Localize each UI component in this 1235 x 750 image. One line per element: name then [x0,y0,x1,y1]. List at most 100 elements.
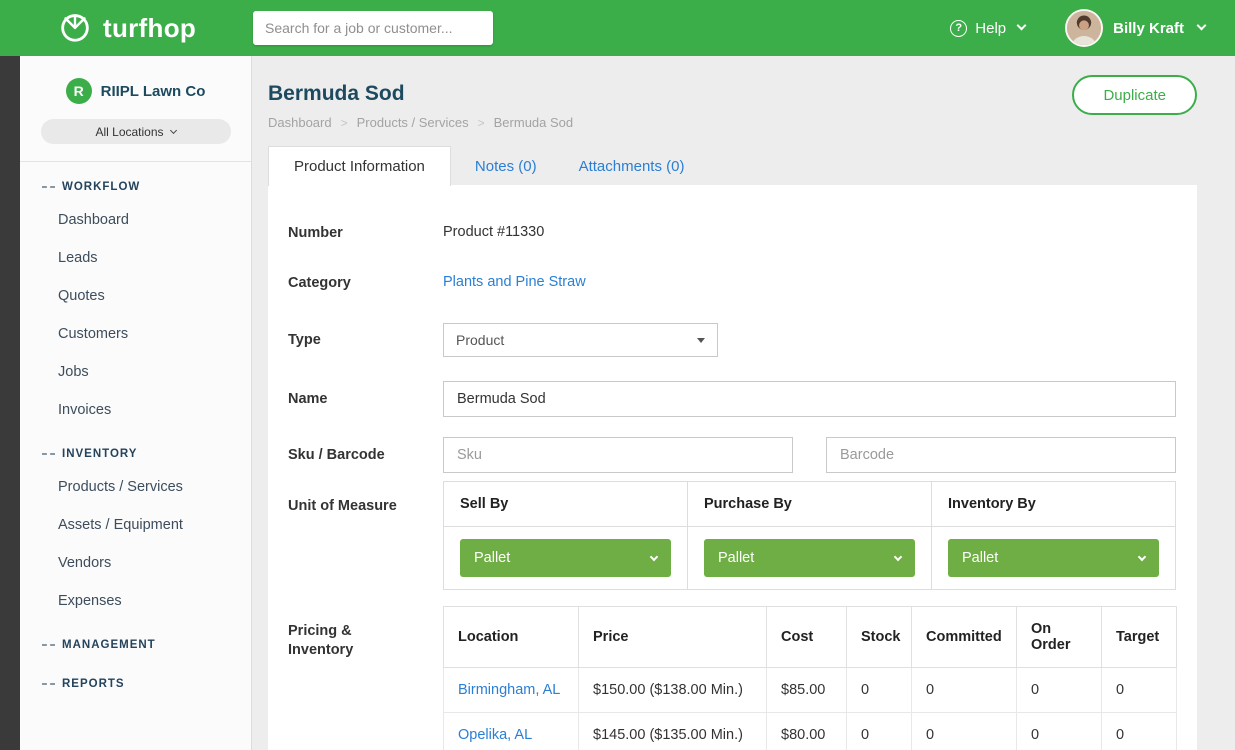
inventory-by-value: Pallet [962,550,998,566]
sidebar-item-jobs[interactable]: Jobs [20,353,251,391]
pricing-inventory-label: Pricing & Inventory [288,606,418,750]
duplicate-button[interactable]: Duplicate [1072,75,1197,115]
barcode-input[interactable] [826,437,1176,473]
section-dashes-icon [42,186,55,188]
help-icon: ? [950,20,967,37]
purchase-by-dropdown[interactable]: Pallet [704,539,915,577]
locations-dropdown[interactable]: All Locations [41,119,231,144]
nav-section-workflow[interactable]: WORKFLOW [20,162,251,201]
pricing-header-on-order: On Order [1017,607,1102,668]
pricing-cell-target: 0 [1102,668,1177,713]
select-caret-icon [697,338,705,343]
tab-product-information[interactable]: Product Information [268,146,451,186]
avatar [1065,9,1103,47]
pricing-header-location: Location [444,607,579,668]
main-content: Bermuda Sod Dashboard > Products / Servi… [252,56,1235,750]
pricing-cell-on-order: 0 [1017,668,1102,713]
category-label: Category [288,273,418,293]
category-row: Category Plants and Pine Straw [288,273,1176,293]
location-link[interactable]: Opelika, AL [444,713,579,750]
pricing-inventory-table: Location Price Cost Stock Committed On O… [443,606,1177,750]
pricing-row-opelika: Opelika, AL $145.00 ($135.00 Min.) $80.0… [444,713,1177,750]
breadcrumb-current: Bermuda Sod [494,115,574,130]
pricing-header-row: Location Price Cost Stock Committed On O… [444,607,1177,668]
company-name: RIIPL Lawn Co [101,83,206,100]
number-label: Number [288,223,418,243]
product-information-panel: Number Product #11330 Category Plants an… [268,185,1197,750]
turfhop-logo-icon [56,7,94,50]
breadcrumb-products-services[interactable]: Products / Services [357,115,469,130]
sku-barcode-row: Sku / Barcode [288,437,1176,473]
nav-section-label: WORKFLOW [62,181,140,193]
type-row: Type Product [288,323,1176,357]
user-name: Billy Kraft [1113,20,1184,37]
user-menu[interactable]: Billy Kraft [1065,9,1205,47]
sidebar-item-dashboard[interactable]: Dashboard [20,201,251,239]
type-select[interactable]: Product [443,323,718,357]
pricing-inventory-row: Pricing & Inventory Location Price Cost … [288,606,1176,750]
nav-section-label: INVENTORY [62,448,137,460]
global-search-input[interactable] [253,11,493,45]
brand-logo[interactable]: turfhop [0,7,253,50]
sidebar-item-products-services[interactable]: Products / Services [20,468,251,506]
breadcrumb: Dashboard > Products / Services > Bermud… [268,115,573,130]
breadcrumb-dashboard[interactable]: Dashboard [268,115,332,130]
brand-name: turfhop [103,13,196,44]
topbar-right: ? Help Billy Kraft [950,9,1235,47]
nav-section-management[interactable]: MANAGEMENT [20,620,251,659]
sidebar-item-quotes[interactable]: Quotes [20,277,251,315]
pricing-header-cost: Cost [767,607,847,668]
product-number-value: Product #11330 [443,224,544,240]
nav-section-inventory[interactable]: INVENTORY [20,429,251,468]
section-dashes-icon [42,453,55,455]
name-label: Name [288,389,418,409]
sidebar-nav: WORKFLOW Dashboard Leads Quotes Customer… [20,162,251,698]
page-title: Bermuda Sod [268,82,573,106]
left-edge-strip [0,56,20,750]
tab-attachments[interactable]: Attachments (0) [561,147,703,186]
nav-section-label: MANAGEMENT [62,639,156,651]
help-menu[interactable]: ? Help [950,20,1025,37]
name-input[interactable] [443,381,1176,417]
inventory-by-dropdown[interactable]: Pallet [948,539,1159,577]
sku-input[interactable] [443,437,793,473]
type-select-value: Product [456,332,504,348]
chevron-down-icon [169,127,176,134]
locations-label: All Locations [95,125,163,139]
chevron-down-icon [1138,552,1146,560]
pricing-header-price: Price [579,607,767,668]
purchase-by-value: Pallet [718,550,754,566]
chevron-down-icon [1197,21,1207,31]
breadcrumb-separator: > [478,116,485,130]
unit-of-measure-label: Unit of Measure [288,481,418,590]
tab-notes[interactable]: Notes (0) [457,147,555,186]
pricing-cell-committed: 0 [912,713,1017,750]
chevron-down-icon [1017,21,1027,31]
chevron-down-icon [650,552,658,560]
pricing-cell-stock: 0 [847,713,912,750]
company-header: R RIIPL Lawn Co [20,56,251,104]
page-header: Bermuda Sod Dashboard > Products / Servi… [268,75,1197,130]
location-link[interactable]: Birmingham, AL [444,668,579,713]
sell-by-value: Pallet [474,550,510,566]
unit-of-measure-row: Unit of Measure Sell By Purchase By Inve… [288,481,1176,590]
unit-of-measure-table: Sell By Purchase By Inventory By Pallet [443,481,1176,590]
sidebar-item-assets-equipment[interactable]: Assets / Equipment [20,506,251,544]
nav-section-reports[interactable]: REPORTS [20,659,251,698]
sku-barcode-label: Sku / Barcode [288,445,418,465]
number-row: Number Product #11330 [288,223,1176,243]
pricing-cell-stock: 0 [847,668,912,713]
sell-by-dropdown[interactable]: Pallet [460,539,671,577]
pricing-cell-cost: $80.00 [767,713,847,750]
help-label: Help [975,20,1006,37]
sidebar-item-customers[interactable]: Customers [20,315,251,353]
sidebar-item-expenses[interactable]: Expenses [20,582,251,620]
category-link[interactable]: Plants and Pine Straw [443,274,586,290]
sidebar-item-invoices[interactable]: Invoices [20,391,251,429]
nav-section-label: REPORTS [62,678,125,690]
pricing-cell-committed: 0 [912,668,1017,713]
breadcrumb-separator: > [341,116,348,130]
sidebar-item-vendors[interactable]: Vendors [20,544,251,582]
sidebar-item-leads[interactable]: Leads [20,239,251,277]
uom-header-purchase-by: Purchase By [688,482,932,527]
